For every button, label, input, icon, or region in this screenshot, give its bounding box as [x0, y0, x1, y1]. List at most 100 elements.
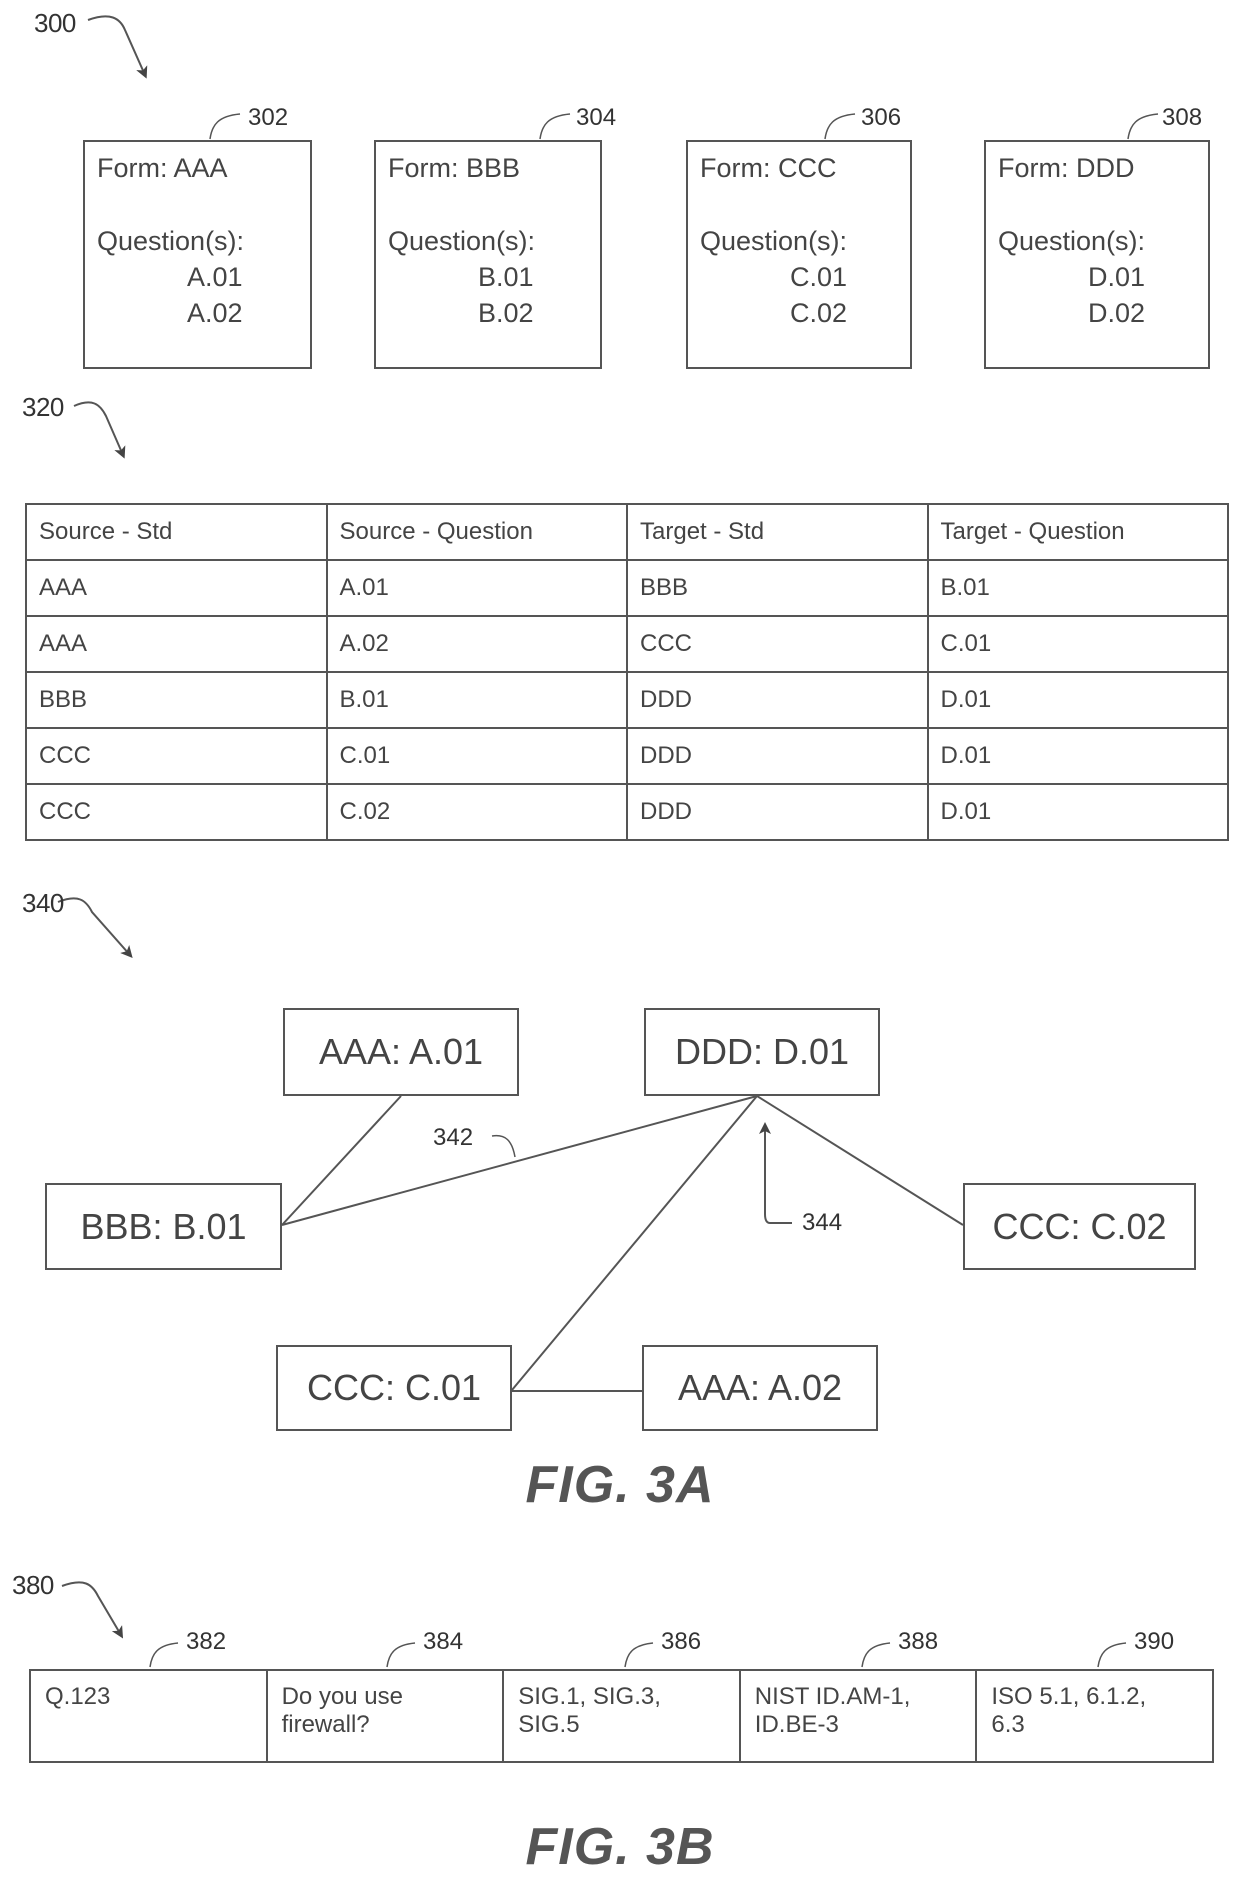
cell-line: NIST ID.AM-1, — [754, 1683, 911, 1710]
cell-line: ISO 5.1, 6.1.2, — [991, 1683, 1147, 1710]
leader-390 — [1097, 1642, 1127, 1668]
table-cell: D.01 — [926, 671, 1229, 729]
form-title: Form: BBB — [388, 153, 521, 183]
graph-node-ccc-c02: CCC: C.02 — [963, 1183, 1196, 1270]
ref-label-390: 390 — [1134, 1628, 1175, 1655]
table-cell: B.01 — [926, 559, 1229, 617]
ref-label-340: 340 — [22, 888, 64, 918]
form-title: Form: DDD — [998, 153, 1135, 183]
leader-306 — [824, 113, 856, 140]
question-item: B.01 — [478, 262, 534, 292]
edge-bbb-b01-ddd-d01 — [281, 1095, 758, 1226]
questions-label: Question(s): — [388, 226, 536, 256]
header-cell: Target - Question — [926, 503, 1229, 561]
form-card-bbb: Form: BBB Question(s): B.01 B.02 — [374, 140, 602, 369]
cell-line: Do you use — [281, 1683, 403, 1710]
figure-caption-3b: FIG. 3B — [525, 1818, 715, 1876]
mapping-table: Source - Std Source - Question Target - … — [25, 503, 1229, 841]
table-cell: AAA — [25, 559, 328, 617]
question-item: A.01 — [187, 262, 243, 292]
questions-label: Question(s): — [97, 226, 245, 256]
question-item: D.01 — [1088, 262, 1146, 292]
graph-node-aaa-a02: AAA: A.02 — [642, 1345, 878, 1431]
table-row: CCC C.01 DDD D.01 — [25, 727, 1229, 785]
table-cell: C.01 — [926, 615, 1229, 673]
graph-node-bbb-b01: BBB: B.01 — [45, 1183, 282, 1270]
leader-384 — [386, 1642, 416, 1668]
table-cell: CCC — [25, 727, 328, 785]
cell-line: SIG.5 — [518, 1711, 580, 1738]
ref-arrow-300 — [87, 15, 148, 79]
form-title: Form: CCC — [700, 153, 837, 183]
table-cell: DDD — [626, 671, 929, 729]
table-cell: D.01 — [926, 727, 1229, 785]
leader-388 — [861, 1642, 891, 1668]
figure-caption-3a: FIG. 3A — [525, 1456, 715, 1514]
edge-aaa-a01-bbb-b01 — [281, 1095, 402, 1226]
leader-386 — [624, 1642, 654, 1668]
leader-308 — [1127, 113, 1159, 140]
ref-label-344: 344 — [802, 1209, 843, 1236]
table-cell: A.01 — [325, 559, 628, 617]
questions-label: Question(s): — [998, 226, 1146, 256]
cell-line: ID.BE-3 — [754, 1711, 839, 1738]
table-cell: C.02 — [325, 783, 628, 841]
table-row: AAA A.02 CCC C.01 — [25, 615, 1229, 673]
cell-line: 6.3 — [991, 1711, 1025, 1738]
table-cell: BBB — [25, 671, 328, 729]
ref-arrow-320 — [73, 401, 126, 459]
table-row: CCC C.02 DDD D.01 — [25, 783, 1229, 841]
ref-label-320: 320 — [22, 392, 64, 422]
ref-label-304: 304 — [576, 104, 617, 131]
ref-label-380: 380 — [12, 1570, 54, 1600]
ref-arrow-380 — [61, 1581, 124, 1639]
edge-ccc-c02-ddd-d01 — [756, 1095, 964, 1226]
graph-node-aaa-a01: AAA: A.01 — [283, 1008, 519, 1096]
header-cell: Source - Question — [325, 503, 628, 561]
cell-line: SIG.1, SIG.3, — [518, 1683, 661, 1710]
cell-line: Q.123 — [45, 1683, 111, 1710]
table-cell: BBB — [626, 559, 929, 617]
leader-304 — [539, 113, 571, 140]
ref-label-382: 382 — [186, 1628, 227, 1655]
table-cell: D.01 — [926, 783, 1229, 841]
table-header-row: Source - Std Source - Question Target - … — [25, 503, 1229, 561]
graph-node-ccc-c01: CCC: C.01 — [276, 1345, 512, 1431]
question-item: D.02 — [1088, 298, 1146, 328]
leader-302 — [209, 113, 241, 140]
iso-mapping-cell: ISO 5.1, 6.1.2, 6.3 — [975, 1669, 1214, 1763]
ref-label-308: 308 — [1162, 104, 1203, 131]
form-card-ddd: Form: DDD Question(s): D.01 D.02 — [984, 140, 1210, 369]
question-item: A.02 — [187, 298, 243, 328]
graph-node-ddd-d01: DDD: D.01 — [644, 1008, 880, 1096]
table-row: AAA A.01 BBB B.01 — [25, 559, 1229, 617]
form-card-ccc: Form: CCC Question(s): C.01 C.02 — [686, 140, 912, 369]
table-cell: C.01 — [325, 727, 628, 785]
questions-label: Question(s): — [700, 226, 848, 256]
ref-label-302: 302 — [248, 104, 289, 131]
question-item: C.01 — [790, 262, 848, 292]
question-item: C.02 — [790, 298, 848, 328]
nist-mapping-cell: NIST ID.AM-1, ID.BE-3 — [738, 1669, 978, 1763]
form-card-aaa: Form: AAA Question(s): A.01 A.02 — [83, 140, 312, 369]
table-cell: DDD — [626, 727, 929, 785]
ref-label-306: 306 — [861, 104, 902, 131]
ref-label-388: 388 — [898, 1628, 939, 1655]
question-record-table: Q.123 Do you use firewall? SIG.1, SIG.3,… — [29, 1669, 1214, 1763]
ref-label-300: 300 — [34, 8, 76, 38]
sig-mapping-cell: SIG.1, SIG.3, SIG.5 — [502, 1669, 741, 1763]
ref-label-386: 386 — [661, 1628, 702, 1655]
ref-label-384: 384 — [423, 1628, 464, 1655]
question-id-cell: Q.123 — [29, 1669, 268, 1763]
leader-382 — [149, 1642, 179, 1668]
form-title: Form: AAA — [97, 153, 228, 183]
question-item: B.02 — [478, 298, 534, 328]
table-cell: CCC — [25, 783, 328, 841]
leader-342 — [491, 1134, 516, 1158]
ref-arrow-340 — [57, 897, 133, 958]
table-cell: DDD — [626, 783, 929, 841]
header-cell: Target - Std — [626, 503, 929, 561]
cell-line: firewall? — [281, 1711, 370, 1738]
table-cell: AAA — [25, 615, 328, 673]
header-cell: Source - Std — [25, 503, 328, 561]
